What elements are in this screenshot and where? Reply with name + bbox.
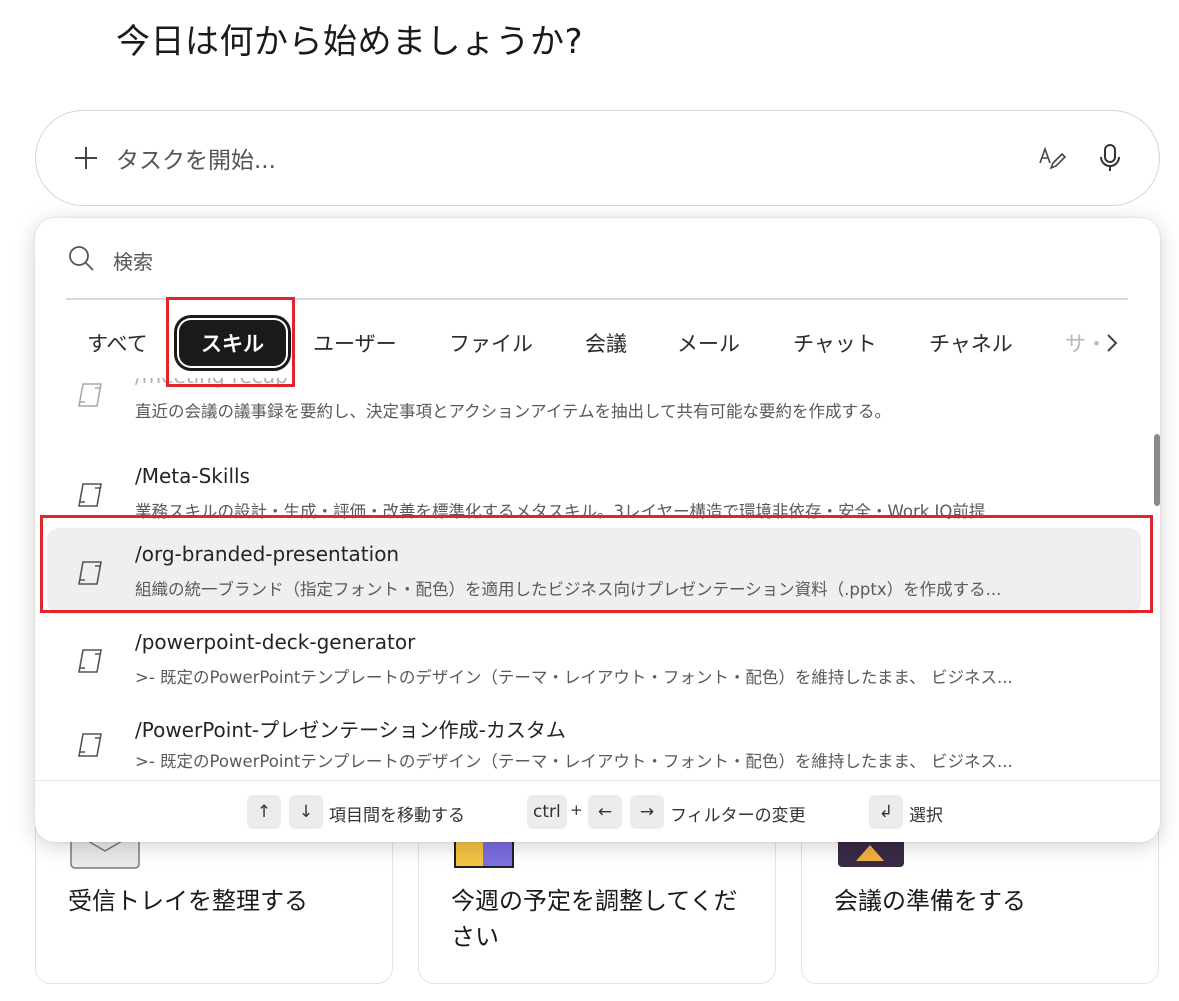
list-item[interactable]: /PowerPoint-プレゼンテーション作成-カスタム >- 既定のPower… — [47, 700, 1141, 780]
list-item[interactable]: /powerpoint-deck-generator >- 既定のPowerPo… — [47, 616, 1141, 702]
enter-key: ↲ — [869, 795, 903, 829]
rewrite-icon[interactable] — [1037, 143, 1067, 173]
item-description: 直近の会議の議事録を要約し、決定事項とアクションアイテムを抽出して共有可能な要約… — [135, 402, 892, 421]
skill-icon — [75, 380, 105, 414]
highlight-box-selected-item — [40, 515, 1153, 613]
tab-files[interactable]: ファイル — [449, 318, 533, 368]
page-title: 今日は何から始めましょうか? — [116, 22, 584, 62]
card-label: 会議の準備をする — [834, 887, 1026, 915]
filter-hint: フィルターの変更 — [670, 806, 806, 826]
scrollbar[interactable] — [1154, 434, 1160, 506]
item-title: /PowerPoint-プレゼンテーション作成-カスタム — [135, 718, 566, 742]
popup-search[interactable]: 検索 — [67, 240, 153, 280]
plus-sign: + — [570, 801, 583, 819]
microphone-icon[interactable] — [1097, 143, 1123, 173]
card-label: 今週の予定を調整してください — [451, 887, 738, 951]
skill-icon — [75, 730, 105, 764]
item-description: >- 既定のPowerPointテンプレートのデザイン（テーマ・レイアウト・フォ… — [135, 668, 1013, 687]
tab-mail[interactable]: メール — [677, 318, 740, 368]
tab-channels[interactable]: チャネル — [929, 318, 1013, 368]
tab-meetings[interactable]: 会議 — [585, 318, 627, 368]
down-key: ↓ — [289, 795, 323, 829]
move-hint: 項目間を移動する — [329, 806, 465, 826]
tab-chat[interactable]: チャット — [793, 318, 877, 368]
tab-all[interactable]: すべて — [87, 318, 148, 368]
select-hint: 選択 — [909, 806, 943, 826]
highlight-box-skills-tab — [166, 297, 295, 387]
keyboard-hints: ↑ ↓ 項目間を移動する ctrl + ← → フィルターの変更 ↲ 選択 — [35, 780, 1160, 842]
tab-users[interactable]: ユーザー — [313, 318, 397, 368]
tab-more[interactable]: サ・ — [1065, 318, 1107, 368]
task-input[interactable]: タスクを開始... — [35, 110, 1160, 206]
skill-icon — [75, 646, 105, 680]
card-label: 受信トレイを整理する — [68, 887, 308, 915]
right-key: → — [630, 795, 664, 829]
item-title: /Meta-Skills — [135, 464, 250, 488]
skill-icon — [75, 480, 105, 514]
item-title: /powerpoint-deck-generator — [135, 630, 416, 654]
up-key: ↑ — [247, 795, 281, 829]
item-description: >- 既定のPowerPointテンプレートのデザイン（テーマ・レイアウト・フォ… — [135, 752, 1013, 771]
task-input-placeholder[interactable]: タスクを開始... — [116, 141, 1037, 175]
search-icon — [67, 244, 95, 276]
search-input-placeholder[interactable]: 検索 — [113, 246, 153, 275]
ctrl-key: ctrl — [527, 795, 567, 829]
chevron-right-icon[interactable] — [1104, 331, 1120, 359]
plus-icon[interactable] — [72, 144, 100, 172]
left-key: ← — [588, 795, 622, 829]
